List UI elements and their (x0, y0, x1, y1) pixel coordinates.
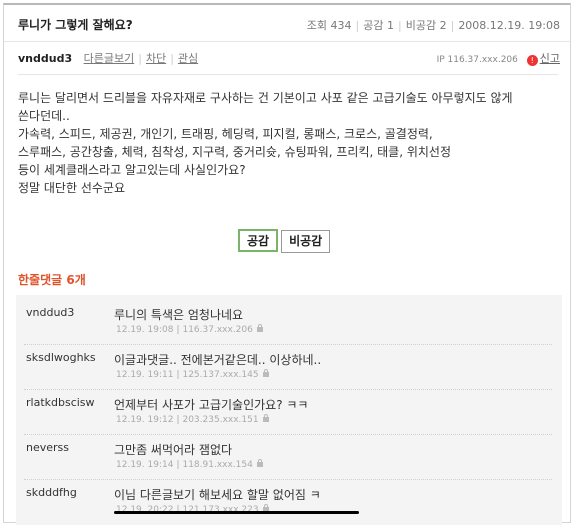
divider (18, 74, 558, 75)
block-link[interactable]: 차단 (146, 52, 166, 65)
vote-buttons: 공감 비공감 (238, 229, 333, 253)
comment-author[interactable]: rlatkdbscisw (26, 396, 95, 409)
comment-meta: 12.19. 19:11 | 125.137.xxx.145 (116, 369, 269, 380)
comment-time: 12.19. 19:14 (116, 460, 174, 470)
comment-time: 12.19. 19:11 (116, 370, 174, 380)
comment-ip: 116.37.xxx.206 (182, 325, 253, 335)
body-line: 등이 세계클래스라고 알고있는데 사실인가요? (18, 163, 246, 177)
post-header: 루니가 그렇게 잘해요? 조회 434 | 공감 1 | 비공감 2 | 2008.12.1… (4, 5, 570, 42)
report-icon[interactable]: ! (526, 55, 538, 66)
agree-button[interactable]: 공감 (238, 229, 279, 252)
disagree-count: 2 (439, 19, 447, 32)
comment-text: 루니의 특색은 엄청나네요 (114, 308, 244, 322)
post-body: 루니는 달리면서 드리블을 자유자재로 구사하는 건 기본이고 사포 같은 고급… (18, 89, 563, 197)
comment-meta: 12.19. 19:12 | 203.235.xxx.151 (116, 414, 269, 425)
comment-row: sksdlwoghks 이글과댓글.. 전에본거같은데.. 이상하네.. 12.… (16, 345, 562, 390)
comment-author[interactable]: vnddud3 (26, 306, 74, 319)
lock-icon (256, 459, 263, 467)
comment-author[interactable]: neverss (26, 441, 69, 454)
comment-time: 12.19. 19:08 (116, 325, 174, 335)
body-line: 쓴다던데.. (18, 109, 70, 123)
comment-text: 이글과댓글.. 전에본거같은데.. 이상하네.. (114, 353, 322, 367)
body-line: 루니는 달리면서 드리블을 자유자재로 구사하는 건 기본이고 사포 같은 고급… (18, 91, 513, 105)
views-label: 조회 (306, 19, 328, 32)
comment-author[interactable]: skdddfhg (26, 486, 77, 499)
post-stats: 조회 434 | 공감 1 | 비공감 2 | 2008.12.19. 19:08 (306, 19, 560, 32)
ip-info: IP 116.37.xxx.206 ! 신고 (437, 50, 560, 66)
marker-underline (114, 511, 359, 514)
comments-title: 한줄댓글 (18, 273, 63, 287)
views-count: 434 (330, 19, 352, 32)
comment-ip: 118.91.xxx.154 (182, 460, 253, 470)
comment-text: 이님 다른글보기 해보세요 할말 없어짐 ㅋ (114, 488, 321, 502)
lock-icon (262, 369, 269, 377)
comment-text: 그만좀 써먹어라 잼없다 (114, 443, 233, 457)
comment-meta: 12.19. 19:08 | 116.37.xxx.206 (116, 324, 263, 335)
post-title: 루니가 그렇게 잘해요? (18, 18, 133, 32)
author-bar: vnddud3 다른글보기 | 차단 | 관심 (18, 52, 199, 65)
agree-count: 1 (387, 19, 394, 32)
author-name[interactable]: vnddud3 (18, 52, 72, 65)
lock-icon (262, 414, 269, 422)
comment-row: neverss 그만좀 써먹어라 잼없다 12.19. 19:14 | 118.91… (16, 435, 562, 480)
comment-list: vnddud3 루니의 특색은 엄청나네요 12.19. 19:08 | 116.3… (16, 295, 562, 525)
comment-time: 12.19. 19:12 (116, 415, 174, 425)
post-date: 2008.12.19. 19:08 (458, 19, 560, 32)
comment-meta: 12.19. 19:14 | 118.91.xxx.154 (116, 459, 263, 470)
comment-row: rlatkdbscisw 언제부터 사포가 고급기술인가요? ㅋㅋ 12.19.… (16, 390, 562, 435)
lock-icon (256, 324, 263, 332)
author-ip: IP 116.37.xxx.206 (436, 55, 518, 65)
body-line: 정말 대단한 선수군요 (18, 181, 125, 195)
other-posts-link[interactable]: 다른글보기 (84, 52, 135, 65)
post-frame: 루니가 그렇게 잘해요? 조회 434 | 공감 1 | 비공감 2 | 2008.12.1… (3, 3, 571, 525)
comment-text: 언제부터 사포가 고급기술인가요? ㅋㅋ (114, 398, 309, 412)
disagree-label: 비공감 (405, 19, 437, 32)
body-line: 가속력, 스피드, 제공권, 개인기, 트래핑, 헤딩력, 피지컬, 롱패스, … (18, 127, 433, 141)
comment-ip: 125.137.xxx.145 (182, 370, 259, 380)
comments-heading: 한줄댓글 6개 (18, 271, 86, 288)
favorite-link[interactable]: 관심 (178, 52, 198, 65)
comment-row: skdddfhg 이님 다른글보기 해보세요 할말 없어짐 ㅋ 12.19. 2… (16, 480, 562, 525)
agree-label: 공감 (363, 19, 384, 32)
comments-count: 6개 (66, 273, 86, 287)
body-line: 스루패스, 공간창출, 체력, 침착성, 지구력, 중거리슛, 슈팅파워, 프리… (18, 145, 451, 159)
comment-author[interactable]: sksdlwoghks (26, 351, 96, 364)
report-link[interactable]: 신고 (540, 52, 560, 65)
comment-ip: 203.235.xxx.151 (182, 415, 259, 425)
disagree-button[interactable]: 비공감 (281, 230, 331, 253)
comment-row: vnddud3 루니의 특색은 엄청나네요 12.19. 19:08 | 116.3… (16, 300, 562, 345)
